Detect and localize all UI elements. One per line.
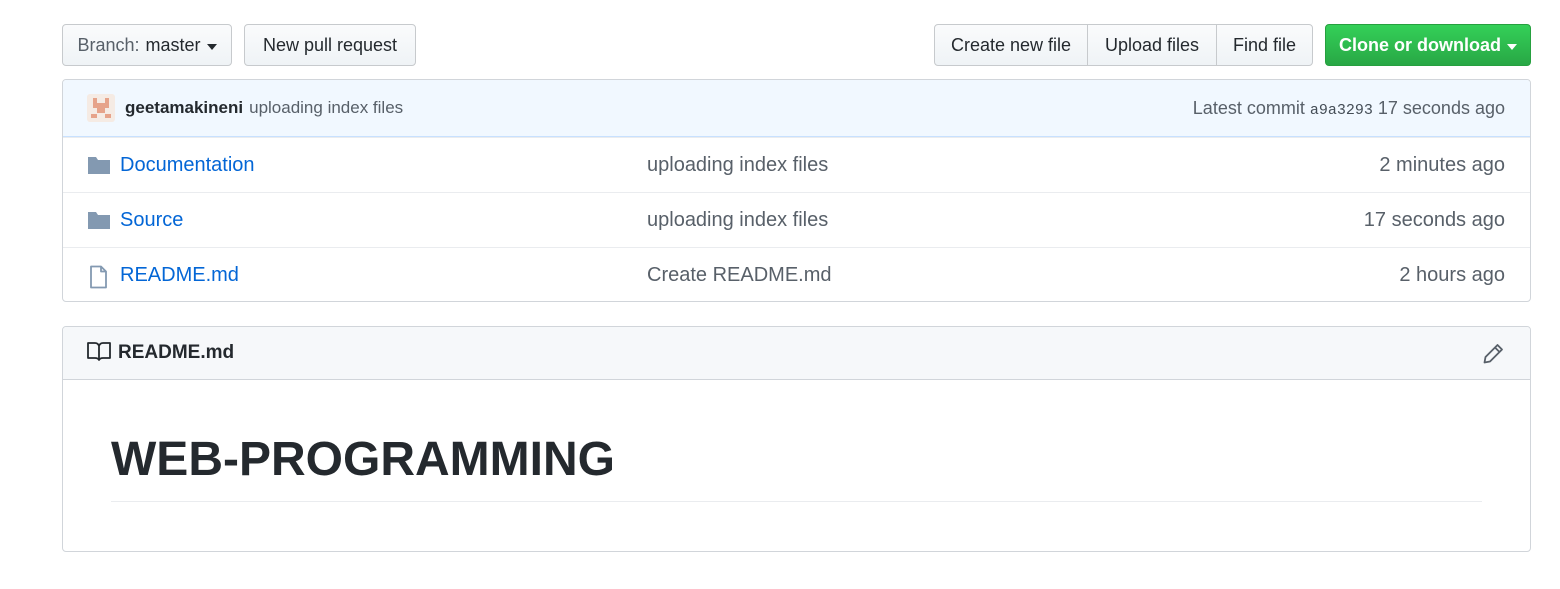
file-commit-message[interactable]: uploading index files <box>647 154 828 177</box>
chevron-down-icon <box>206 43 217 50</box>
readme-panel: README.md WEB-PROGRAMMING <box>62 326 1531 552</box>
commit-sha-link[interactable]: a9a3293 <box>1310 102 1373 119</box>
find-file-button[interactable]: Find file <box>1216 24 1313 66</box>
latest-commit-label: Latest commit <box>1192 97 1305 118</box>
folder-icon <box>87 155 111 181</box>
clone-or-download-button[interactable]: Clone or download <box>1325 24 1531 66</box>
book-icon <box>86 340 112 367</box>
avatar[interactable] <box>87 94 115 122</box>
file-actions-group: Create new file Upload files Find file <box>934 24 1313 66</box>
chevron-down-icon <box>1507 43 1517 50</box>
file-row-readme: README.md Create README.md 2 hours ago <box>63 247 1530 301</box>
branch-select-button[interactable]: Branch: master <box>62 24 232 66</box>
file-age: 2 minutes ago <box>1379 153 1505 176</box>
file-row-source: Source uploading index files 17 seconds … <box>63 192 1530 247</box>
readme-content: WEB-PROGRAMMING <box>63 433 1530 502</box>
folder-icon <box>87 210 111 236</box>
new-pull-request-button[interactable]: New pull request <box>244 24 416 66</box>
commit-age: 17 seconds ago <box>1377 97 1505 118</box>
create-new-file-button[interactable]: Create new file <box>934 24 1088 66</box>
file-commit-message[interactable]: Create README.md <box>647 264 832 287</box>
file-list: geetamakineni uploading index files Late… <box>62 79 1531 302</box>
file-age: 2 hours ago <box>1399 263 1505 286</box>
file-icon <box>87 265 111 295</box>
file-commit-message[interactable]: uploading index files <box>647 209 828 232</box>
latest-commit-info: Latest commit a9a3293 17 seconds ago <box>1193 98 1505 119</box>
pencil-icon[interactable] <box>1481 342 1505 371</box>
readme-filename: README.md <box>118 342 235 363</box>
latest-commit-bar: geetamakineni uploading index files Late… <box>63 80 1530 137</box>
commit-message-link[interactable]: uploading index files <box>249 98 403 118</box>
upload-files-button[interactable]: Upload files <box>1087 24 1217 66</box>
readme-heading: WEB-PROGRAMMING <box>111 433 1482 502</box>
readme-header: README.md <box>63 327 1530 380</box>
file-link-documentation[interactable]: Documentation <box>120 154 255 177</box>
file-age: 17 seconds ago <box>1363 208 1505 231</box>
branch-prefix: Branch: <box>77 34 140 55</box>
file-link-source[interactable]: Source <box>120 209 183 232</box>
file-link-readme[interactable]: README.md <box>120 264 239 287</box>
branch-name: master <box>145 34 201 55</box>
commit-author-link[interactable]: geetamakineni <box>125 98 243 118</box>
file-row-documentation: Documentation uploading index files 2 mi… <box>63 137 1530 192</box>
clone-or-download-label: Clone or download <box>1339 34 1501 55</box>
